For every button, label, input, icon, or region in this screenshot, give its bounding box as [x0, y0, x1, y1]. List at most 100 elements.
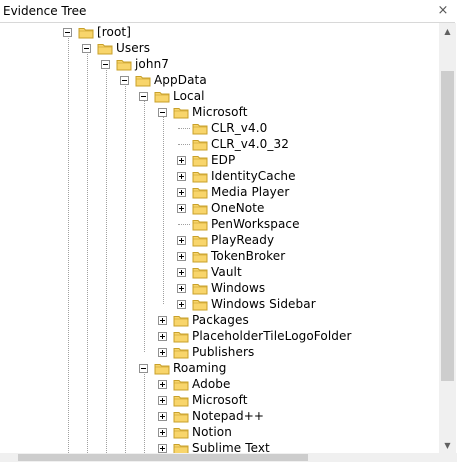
tree-branch-line	[178, 144, 190, 145]
plus-expander-icon[interactable]	[177, 235, 186, 245]
tree-node[interactable]: Windows Sidebar	[177, 296, 316, 312]
evidence-tree[interactable]: [root] Users john7 AppData Local Microsoft CLR…	[0, 23, 438, 453]
tree-node[interactable]: Users	[82, 40, 150, 56]
tree-node[interactable]: Notepad++	[158, 408, 264, 424]
folder-icon	[192, 251, 208, 262]
vertical-scrollbar[interactable]: ▲ ▼	[439, 23, 456, 453]
folder-icon	[78, 27, 94, 38]
tree-node[interactable]: IdentityCache	[177, 168, 296, 184]
minus-expander-icon[interactable]	[120, 75, 129, 85]
close-icon[interactable]: ×	[435, 3, 451, 19]
folder-icon	[192, 235, 208, 246]
plus-expander-icon[interactable]	[177, 171, 186, 181]
panel-title: Evidence Tree	[3, 4, 87, 18]
tree-node[interactable]: Sublime Text	[158, 440, 270, 453]
plus-expander-icon[interactable]	[177, 155, 186, 165]
tree-node-label: Microsoft	[192, 105, 248, 119]
minus-expander-icon[interactable]	[63, 27, 72, 37]
tree-node-label: CLR_v4.0	[211, 121, 268, 135]
tree-node[interactable]: john7	[101, 56, 169, 72]
tree-node[interactable]: Roaming	[139, 360, 226, 376]
minus-expander-icon[interactable]	[139, 91, 148, 101]
tree-node[interactable]: Adobe	[158, 376, 230, 392]
plus-expander-icon[interactable]	[177, 187, 186, 197]
folder-icon	[192, 139, 208, 150]
tree-node-label: PlayReady	[211, 233, 275, 247]
tree-guide-line	[125, 84, 126, 453]
minus-expander-icon[interactable]	[82, 43, 91, 53]
folder-icon	[173, 331, 189, 342]
folder-icon	[192, 219, 208, 230]
tree-node[interactable]: Publishers	[158, 344, 254, 360]
vertical-scroll-thumb[interactable]	[441, 71, 454, 381]
tree-node[interactable]: CLR_v4.0_32	[177, 136, 289, 152]
folder-icon	[173, 379, 189, 390]
tree-node[interactable]: CLR_v4.0	[177, 120, 267, 136]
folder-icon	[173, 427, 189, 438]
folder-icon	[116, 59, 132, 70]
folder-icon	[192, 171, 208, 182]
tree-node[interactable]: Vault	[177, 264, 242, 280]
tree-node[interactable]: TokenBroker	[177, 248, 285, 264]
folder-icon	[192, 267, 208, 278]
tree-node[interactable]: Local	[139, 88, 205, 104]
plus-expander-icon[interactable]	[177, 283, 186, 293]
plus-expander-icon[interactable]	[158, 315, 167, 325]
tree-guide-line	[144, 372, 145, 453]
tree-node-label: Roaming	[173, 361, 227, 375]
tree-guide-line	[68, 36, 69, 453]
horizontal-scroll-thumb[interactable]	[18, 454, 308, 461]
scroll-up-arrow-icon[interactable]: ▲	[439, 23, 456, 39]
plus-expander-icon[interactable]	[177, 267, 186, 277]
tree-node[interactable]: Notion	[158, 424, 232, 440]
tree-branch-line	[178, 128, 190, 129]
tree-node-label: PlaceholderTileLogoFolder	[192, 329, 352, 343]
minus-expander-icon[interactable]	[139, 363, 148, 373]
folder-icon	[192, 187, 208, 198]
tree-node[interactable]: OneNote	[177, 200, 265, 216]
tree-node[interactable]: [root]	[63, 24, 131, 40]
tree-node[interactable]: Windows	[177, 280, 265, 296]
tree-node-label: Users	[116, 41, 151, 55]
tree-node[interactable]: Packages	[158, 312, 249, 328]
tree-node-label: Windows Sidebar	[211, 297, 316, 311]
folder-icon	[154, 363, 170, 374]
scroll-down-arrow-icon[interactable]: ▼	[439, 437, 456, 453]
tree-node-label: Sublime Text	[192, 441, 270, 453]
plus-expander-icon[interactable]	[158, 331, 167, 341]
plus-expander-icon[interactable]	[158, 379, 167, 389]
tree-node-label: Media Player	[211, 185, 290, 199]
tree-node[interactable]: Microsoft	[158, 104, 248, 120]
tree-node-label: Local	[173, 89, 205, 103]
folder-icon	[173, 347, 189, 358]
folder-icon	[192, 123, 208, 134]
plus-expander-icon[interactable]	[158, 427, 167, 437]
plus-expander-icon[interactable]	[158, 395, 167, 405]
folder-icon	[173, 443, 189, 453]
folder-icon	[173, 395, 189, 406]
plus-expander-icon[interactable]	[158, 411, 167, 421]
plus-expander-icon[interactable]	[158, 347, 167, 357]
tree-node-label: Vault	[211, 265, 242, 279]
tree-guide-line	[106, 68, 107, 453]
plus-expander-icon[interactable]	[158, 443, 167, 453]
horizontal-scrollbar[interactable]	[0, 453, 439, 462]
plus-expander-icon[interactable]	[177, 203, 186, 213]
tree-node[interactable]: AppData	[120, 72, 207, 88]
tree-node[interactable]: EDP	[177, 152, 235, 168]
tree-node-label: OneNote	[211, 201, 265, 215]
tree-node[interactable]: PlaceholderTileLogoFolder	[158, 328, 352, 344]
tree-node-label: PenWorkspace	[211, 217, 300, 231]
minus-expander-icon[interactable]	[158, 107, 167, 117]
tree-node-label: EDP	[211, 153, 236, 167]
plus-expander-icon[interactable]	[177, 299, 186, 309]
tree-node-label: john7	[135, 57, 170, 71]
tree-node[interactable]: PenWorkspace	[177, 216, 300, 232]
tree-node[interactable]: Microsoft	[158, 392, 248, 408]
panel-titlebar: Evidence Tree ×	[0, 0, 455, 23]
minus-expander-icon[interactable]	[101, 59, 110, 69]
plus-expander-icon[interactable]	[177, 251, 186, 261]
tree-node[interactable]: Media Player	[177, 184, 289, 200]
folder-icon	[192, 283, 208, 294]
tree-node[interactable]: PlayReady	[177, 232, 274, 248]
